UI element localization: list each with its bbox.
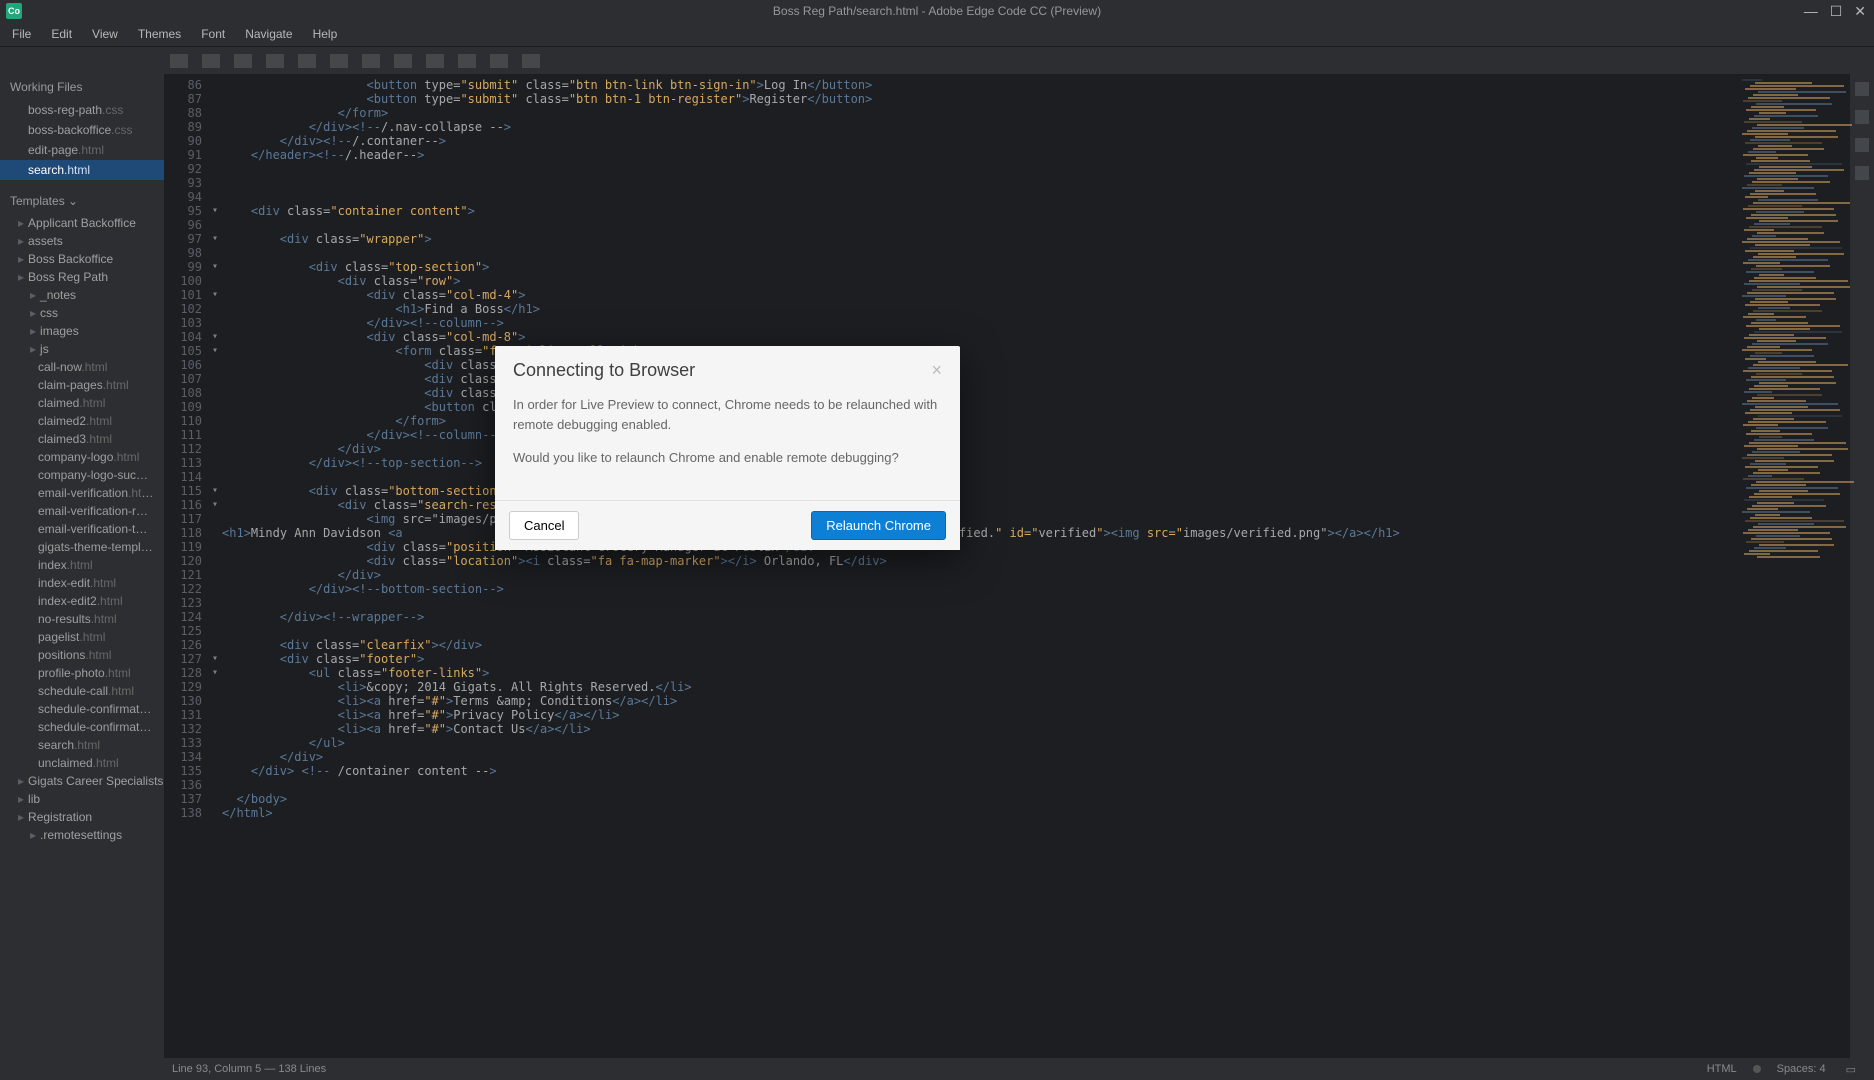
live-preview-icon[interactable] bbox=[1855, 138, 1869, 152]
dialog-title: Connecting to Browser bbox=[513, 360, 695, 381]
cloud-icon[interactable] bbox=[1855, 166, 1869, 180]
file-no-results[interactable]: no-results.html bbox=[0, 610, 164, 628]
tool-icon-5[interactable] bbox=[298, 54, 316, 68]
status-spaces[interactable]: Spaces: 4 bbox=[1767, 1063, 1836, 1075]
file-index-edit[interactable]: index-edit.html bbox=[0, 574, 164, 592]
menu-themes[interactable]: Themes bbox=[130, 24, 189, 44]
tool-icon-1[interactable] bbox=[170, 54, 188, 68]
tool-icon-4[interactable] bbox=[266, 54, 284, 68]
file-claimed3[interactable]: claimed3.html bbox=[0, 430, 164, 448]
titlebar: Co Boss Reg Path/search.html - Adobe Edg… bbox=[0, 0, 1874, 22]
extensions-icon[interactable] bbox=[1855, 110, 1869, 124]
tree-boss-backoffice[interactable]: ▸Boss Backoffice bbox=[0, 250, 164, 268]
right-rail bbox=[1850, 74, 1874, 1058]
status-notifications-icon[interactable]: ▭ bbox=[1836, 1063, 1866, 1076]
menu-help[interactable]: Help bbox=[305, 24, 346, 44]
status-language[interactable]: HTML bbox=[1697, 1063, 1747, 1075]
relaunch-chrome-button[interactable]: Relaunch Chrome bbox=[811, 511, 946, 540]
tree-css[interactable]: ▸css bbox=[0, 304, 164, 322]
working-file-edit-page[interactable]: edit-page.html bbox=[0, 140, 164, 160]
file-call-now[interactable]: call-now.html bbox=[0, 358, 164, 376]
tree-boss-reg-path[interactable]: ▸Boss Reg Path bbox=[0, 268, 164, 286]
tree-_notes[interactable]: ▸_notes bbox=[0, 286, 164, 304]
menu-view[interactable]: View bbox=[84, 24, 126, 44]
tool-icon-9[interactable] bbox=[426, 54, 444, 68]
menu-edit[interactable]: Edit bbox=[43, 24, 80, 44]
file-email-verification-thanks[interactable]: email-verification-thanks.html bbox=[0, 520, 164, 538]
menu-file[interactable]: File bbox=[4, 24, 39, 44]
file-company-logo[interactable]: company-logo.html bbox=[0, 448, 164, 466]
tree-js[interactable]: ▸js bbox=[0, 340, 164, 358]
minimize-button[interactable]: — bbox=[1804, 3, 1818, 20]
statusbar: Line 93, Column 5 — 138 Lines HTML Space… bbox=[0, 1058, 1874, 1080]
templates-header[interactable]: Templates ⌄ bbox=[0, 188, 164, 214]
editor[interactable]: 8687888990919293949596979899100101102103… bbox=[164, 74, 1874, 1058]
cursor-position: Line 93, Column 5 — 138 Lines bbox=[8, 1063, 326, 1075]
tool-icon-3[interactable] bbox=[234, 54, 252, 68]
tree-applicant-backoffice[interactable]: ▸Applicant Backoffice bbox=[0, 214, 164, 232]
fold-gutter[interactable]: ▾▾▾▾▾▾▾▾▾▾ bbox=[208, 74, 222, 1058]
file-schedule-call[interactable]: schedule-call.html bbox=[0, 682, 164, 700]
dialog-body-2: Would you like to relaunch Chrome and en… bbox=[513, 448, 942, 468]
file-search[interactable]: search.html bbox=[0, 736, 164, 754]
close-button[interactable]: ✕ bbox=[1854, 3, 1866, 20]
window-title: Boss Reg Path/search.html - Adobe Edge C… bbox=[773, 4, 1101, 18]
line-gutter: 8687888990919293949596979899100101102103… bbox=[164, 74, 208, 1058]
tool-icon-7[interactable] bbox=[362, 54, 380, 68]
tree2--remotesettings[interactable]: ▸.remotesettings bbox=[0, 826, 164, 844]
dialog-body-1: In order for Live Preview to connect, Ch… bbox=[513, 395, 942, 434]
file-email-verification[interactable]: email-verification.html bbox=[0, 484, 164, 502]
tool-icon-2[interactable] bbox=[202, 54, 220, 68]
minimap[interactable] bbox=[1740, 74, 1850, 1058]
tree2-registration[interactable]: ▸Registration bbox=[0, 808, 164, 826]
status-indicator-dot bbox=[1753, 1065, 1761, 1073]
sidebar: Working Files boss-reg-path.cssboss-back… bbox=[0, 74, 164, 1058]
menu-navigate[interactable]: Navigate bbox=[237, 24, 300, 44]
lightning-icon[interactable] bbox=[1855, 82, 1869, 96]
connecting-to-browser-dialog: Connecting to Browser × In order for Liv… bbox=[495, 346, 960, 550]
file-index[interactable]: index.html bbox=[0, 556, 164, 574]
file-email-verification-request-cal[interactable]: email-verification-request-cal bbox=[0, 502, 164, 520]
working-file-boss-reg-path[interactable]: boss-reg-path.css bbox=[0, 100, 164, 120]
file-claim-pages[interactable]: claim-pages.html bbox=[0, 376, 164, 394]
code-content[interactable]: <button type="submit" class="btn btn-lin… bbox=[222, 74, 1740, 1058]
tree-assets[interactable]: ▸assets bbox=[0, 232, 164, 250]
tree2-gigats-career-specialists[interactable]: ▸Gigats Career Specialists bbox=[0, 772, 164, 790]
tree2-lib[interactable]: ▸lib bbox=[0, 790, 164, 808]
menu-font[interactable]: Font bbox=[193, 24, 233, 44]
tree-images[interactable]: ▸images bbox=[0, 322, 164, 340]
tool-icon-6[interactable] bbox=[330, 54, 348, 68]
cancel-button[interactable]: Cancel bbox=[509, 511, 579, 540]
file-positions[interactable]: positions.html bbox=[0, 646, 164, 664]
file-claimed[interactable]: claimed.html bbox=[0, 394, 164, 412]
dialog-close-icon[interactable]: × bbox=[931, 360, 942, 381]
maximize-button[interactable]: ☐ bbox=[1830, 3, 1843, 20]
file-company-logo-success[interactable]: company-logo-success.html bbox=[0, 466, 164, 484]
working-file-boss-backoffice[interactable]: boss-backoffice.css bbox=[0, 120, 164, 140]
menubar: FileEditViewThemesFontNavigateHelp bbox=[0, 22, 1874, 46]
tool-icon-10[interactable] bbox=[458, 54, 476, 68]
app-icon: Co bbox=[6, 3, 22, 19]
file-gigats-theme-template[interactable]: gigats-theme-template.html bbox=[0, 538, 164, 556]
tool-icon-12[interactable] bbox=[522, 54, 540, 68]
file-schedule-confirmation[interactable]: schedule-confirmation.html bbox=[0, 700, 164, 718]
tool-icon-11[interactable] bbox=[490, 54, 508, 68]
working-file-search[interactable]: search.html bbox=[0, 160, 164, 180]
tool-icon-8[interactable] bbox=[394, 54, 412, 68]
file-unclaimed[interactable]: unclaimed.html bbox=[0, 754, 164, 772]
working-files-header: Working Files bbox=[0, 74, 164, 100]
file-claimed2[interactable]: claimed2.html bbox=[0, 412, 164, 430]
file-schedule-confirmation-thanks[interactable]: schedule-confirmation-thanks bbox=[0, 718, 164, 736]
toolbar bbox=[0, 46, 1874, 74]
file-pagelist[interactable]: pagelist.html bbox=[0, 628, 164, 646]
file-index-edit2[interactable]: index-edit2.html bbox=[0, 592, 164, 610]
file-profile-photo[interactable]: profile-photo.html bbox=[0, 664, 164, 682]
